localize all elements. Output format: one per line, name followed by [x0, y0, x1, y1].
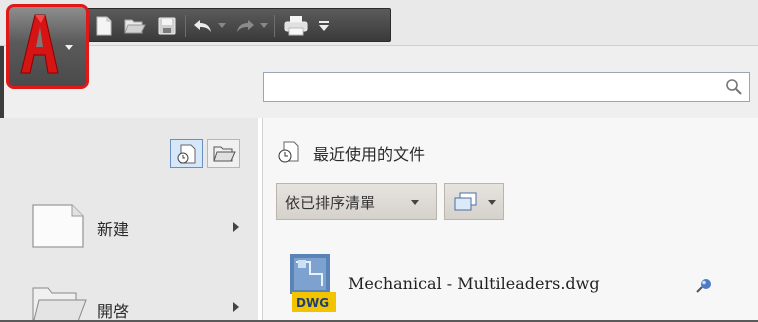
recent-documents-header-icon	[277, 140, 301, 168]
toolbar-separator	[185, 15, 186, 37]
redo-icon[interactable]	[232, 13, 258, 39]
open-command[interactable]: 開啓	[30, 278, 250, 322]
recent-documents-icon[interactable]	[170, 139, 203, 168]
new-command-label: 新建	[97, 220, 130, 239]
recent-documents-title: 最近使用的文件	[313, 145, 426, 164]
sort-dropdown-label: 依已排序清單	[285, 194, 376, 212]
open-documents-icon[interactable]	[207, 139, 240, 168]
redo-dropdown-icon[interactable]	[259, 13, 269, 39]
recent-file-name: Mechanical - Multileaders.dwg	[348, 274, 600, 293]
dwg-file-icon: DWG	[288, 252, 340, 318]
chevron-down-icon	[488, 200, 496, 205]
undo-dropdown-icon[interactable]	[217, 13, 227, 39]
submenu-arrow-icon	[233, 302, 239, 312]
new-command[interactable]: 新建	[30, 200, 250, 256]
view-dropdown[interactable]	[444, 183, 504, 220]
open-folder-icon	[30, 282, 88, 322]
recent-file-item[interactable]: DWG Mechanical - Multileaders.dwg	[280, 250, 740, 316]
toolbar-separator	[274, 15, 275, 37]
chevron-down-icon	[411, 200, 419, 205]
undo-icon[interactable]	[190, 13, 216, 39]
search-icon[interactable]	[725, 78, 743, 100]
new-icon[interactable]	[92, 13, 116, 39]
open-icon[interactable]	[122, 13, 148, 39]
pushpin-icon[interactable]	[696, 278, 714, 298]
submenu-arrow-icon	[233, 222, 239, 232]
chevron-down-icon	[65, 45, 73, 50]
icon-view-icon	[454, 192, 478, 216]
sort-dropdown[interactable]: 依已排序清單	[276, 183, 437, 220]
search-input[interactable]	[263, 72, 750, 102]
autocad-a-logo-icon	[15, 13, 63, 79]
dwg-badge: DWG	[296, 296, 329, 310]
customize-dropdown-icon[interactable]	[316, 13, 332, 39]
new-document-icon	[30, 200, 86, 254]
plot-icon[interactable]	[280, 13, 312, 39]
quick-access-toolbar	[83, 8, 391, 42]
application-menu-button[interactable]	[6, 4, 89, 89]
save-icon[interactable]	[154, 13, 180, 39]
open-command-label: 開啓	[97, 302, 130, 321]
